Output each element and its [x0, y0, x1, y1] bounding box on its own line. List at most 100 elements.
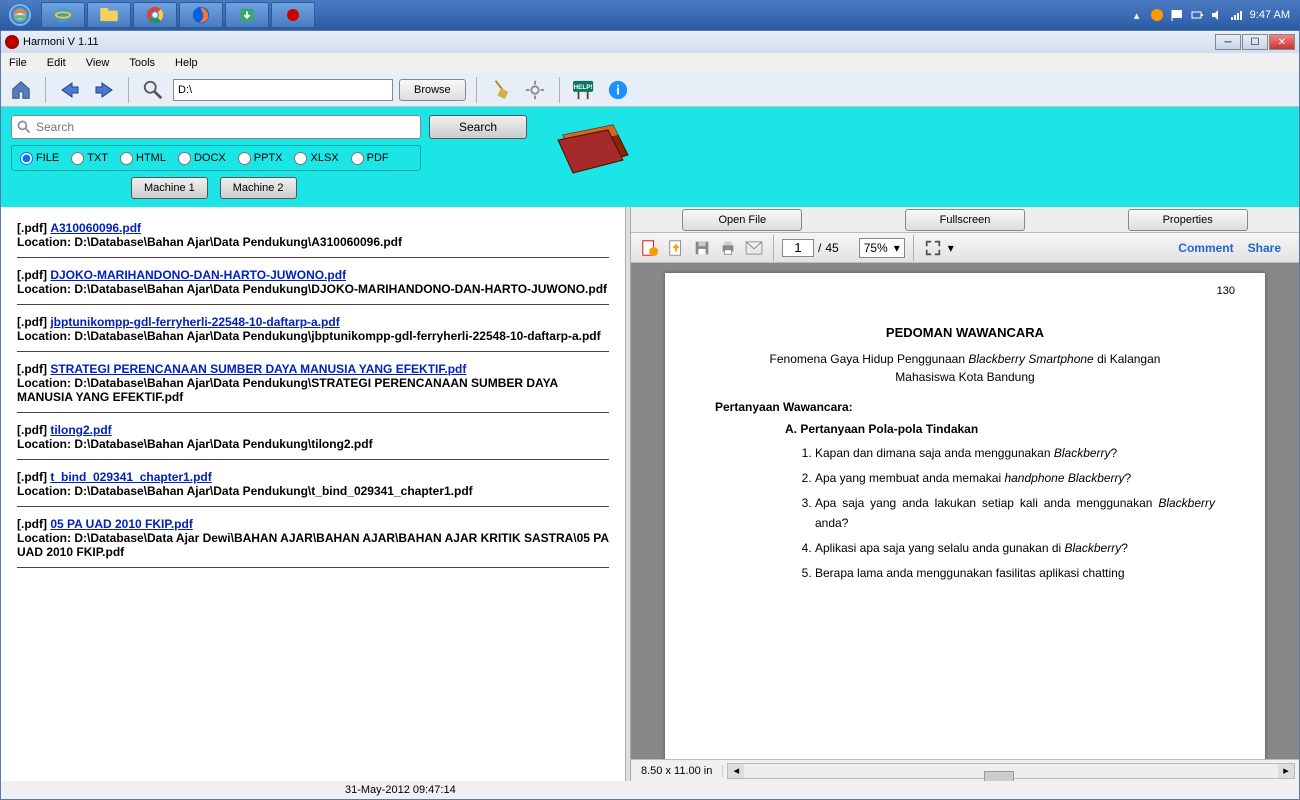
main-split: [.pdf] A310060096.pdf Location: D:\Databa…: [1, 207, 1299, 781]
search-button[interactable]: Search: [429, 115, 527, 139]
scroll-thumb[interactable]: [984, 771, 1014, 782]
home-button[interactable]: [7, 76, 35, 104]
scroll-left-icon[interactable]: ◂: [728, 764, 744, 778]
pdf-viewport[interactable]: 130 PEDOMAN WAWANCARA Fenomena Gaya Hidu…: [631, 263, 1299, 759]
save-icon[interactable]: [691, 237, 713, 259]
app-window: Harmoni V 1.11 ─ ☐ ✕ File Edit View Tool…: [0, 30, 1300, 800]
result-ext: [.pdf]: [17, 517, 47, 531]
tray-flag-icon[interactable]: [1170, 8, 1184, 22]
pdf-q1: Kapan dan dimana saja anda menggunakan B…: [815, 444, 1215, 463]
result-link[interactable]: DJOKO-MARIHANDONO-DAN-HARTO-JUWONO.pdf: [50, 268, 346, 282]
radio-txt[interactable]: TXT: [71, 152, 108, 165]
machine1-button[interactable]: Machine 1: [131, 177, 208, 199]
task-idm-icon[interactable]: [225, 2, 269, 28]
radio-pptx[interactable]: PPTX: [238, 152, 283, 165]
result-link[interactable]: tilong2.pdf: [50, 423, 111, 437]
result-link[interactable]: STRATEGI PERENCANAAN SUMBER DAYA MANUSIA…: [50, 362, 466, 376]
result-item: [.pdf] A310060096.pdfLocation: D:\Databa…: [17, 221, 609, 258]
title-bar[interactable]: Harmoni V 1.11 ─ ☐ ✕: [1, 31, 1299, 53]
tray-volume-icon[interactable]: [1210, 8, 1224, 22]
pdf-q5: Berapa lama anda menggunakan fasilitas a…: [815, 564, 1215, 583]
email-icon[interactable]: [743, 237, 765, 259]
close-button[interactable]: ✕: [1269, 34, 1295, 50]
search-input[interactable]: [36, 120, 420, 134]
zoom-select[interactable]: 75%▾: [859, 238, 905, 258]
app-icon: [5, 35, 19, 49]
magnifier-icon[interactable]: [139, 76, 167, 104]
result-link[interactable]: 05 PA UAD 2010 FKIP.pdf: [50, 517, 193, 531]
tray-chevron-icon[interactable]: ▴: [1130, 8, 1144, 22]
info-icon[interactable]: i: [604, 76, 632, 104]
task-chrome-icon[interactable]: [133, 2, 177, 28]
path-input[interactable]: [173, 79, 393, 101]
menu-tools[interactable]: Tools: [125, 55, 159, 71]
radio-xlsx[interactable]: XLSX: [294, 152, 338, 165]
pdf-title: PEDOMAN WAWANCARA: [715, 325, 1215, 340]
minimize-button[interactable]: ─: [1215, 34, 1241, 50]
gear-icon[interactable]: [521, 76, 549, 104]
task-harmoni-icon[interactable]: [271, 2, 315, 28]
help-sign-icon[interactable]: HELP!: [570, 76, 598, 104]
svg-text:i: i: [616, 82, 620, 97]
pdf-convert-icon[interactable]: [639, 237, 661, 259]
preview-topbar: Open File Fullscreen Properties: [631, 207, 1299, 233]
radio-html[interactable]: HTML: [120, 152, 166, 165]
maximize-button[interactable]: ☐: [1242, 34, 1268, 50]
search-panel: Search FILE TXT HTML DOCX PPTX XLSX PDF …: [1, 107, 1299, 207]
result-link[interactable]: A310060096.pdf: [50, 221, 141, 235]
fit-icon[interactable]: [922, 237, 944, 259]
comment-link[interactable]: Comment: [1178, 241, 1233, 255]
menu-edit[interactable]: Edit: [43, 55, 70, 71]
properties-button[interactable]: Properties: [1128, 209, 1248, 231]
windows-taskbar: ▴ 9:47 AM: [0, 0, 1300, 30]
result-item: [.pdf] jbptunikompp-gdl-ferryherli-22548…: [17, 315, 609, 352]
pdf-toolbar: / 45 75%▾ ▾ Comment Share: [631, 233, 1299, 263]
window-title: Harmoni V 1.11: [23, 36, 99, 48]
result-ext: [.pdf]: [17, 362, 47, 376]
radio-pdf[interactable]: PDF: [351, 152, 389, 165]
result-location: Location: D:\Database\Bahan Ajar\Data Pe…: [17, 282, 607, 296]
main-toolbar: Browse HELP! i: [1, 73, 1299, 107]
fullscreen-button[interactable]: Fullscreen: [905, 209, 1025, 231]
menu-view[interactable]: View: [82, 55, 114, 71]
search-input-wrapper: [11, 115, 421, 139]
page-number-input[interactable]: [782, 239, 814, 257]
radio-file[interactable]: FILE: [20, 152, 59, 165]
task-firefox-icon[interactable]: [179, 2, 223, 28]
result-link[interactable]: jbptunikompp-gdl-ferryherli-22548-10-daf…: [50, 315, 339, 329]
pdf-subtitle-1: Fenomena Gaya Hidup Penggunaan Blackberr…: [715, 352, 1215, 366]
task-explorer-icon[interactable]: [87, 2, 131, 28]
back-button[interactable]: [56, 76, 84, 104]
results-list[interactable]: [.pdf] A310060096.pdf Location: D:\Databa…: [1, 207, 625, 781]
fit-dropdown-icon[interactable]: ▾: [948, 241, 954, 255]
share-link[interactable]: Share: [1248, 241, 1281, 255]
result-location: Location: D:\Database\Bahan Ajar\Data Pe…: [17, 484, 473, 498]
forward-button[interactable]: [90, 76, 118, 104]
tray-power-icon[interactable]: [1190, 8, 1204, 22]
result-item: [.pdf] DJOKO-MARIHANDONO-DAN-HARTO-JUWON…: [17, 268, 609, 305]
result-link[interactable]: t_bind_029341_chapter1.pdf: [50, 470, 211, 484]
pdf-pagenum: 130: [1217, 285, 1235, 297]
horizontal-scrollbar[interactable]: ◂ ▸: [727, 763, 1295, 779]
radio-docx[interactable]: DOCX: [178, 152, 226, 165]
pdf-subtitle-2: Mahasiswa Kota Bandung: [715, 370, 1215, 384]
task-ie-icon[interactable]: [41, 2, 85, 28]
tray-network-icon[interactable]: [1230, 8, 1244, 22]
print-icon[interactable]: [717, 237, 739, 259]
result-location: Location: D:\Database\Bahan Ajar\Data Pe…: [17, 437, 373, 451]
menu-file[interactable]: File: [5, 55, 31, 71]
search-icon: [16, 119, 32, 135]
pdf-export-icon[interactable]: [665, 237, 687, 259]
broom-icon[interactable]: [487, 76, 515, 104]
browse-button[interactable]: Browse: [399, 79, 466, 101]
start-button[interactable]: [0, 0, 40, 30]
tray-shield-icon[interactable]: [1150, 8, 1164, 22]
pdf-q4: Aplikasi apa saja yang selalu anda gunak…: [815, 539, 1215, 558]
scroll-right-icon[interactable]: ▸: [1278, 764, 1294, 778]
open-file-button[interactable]: Open File: [682, 209, 802, 231]
status-datetime: 31-May-2012 09:47:14: [1, 781, 1299, 799]
menu-help[interactable]: Help: [171, 55, 202, 71]
result-ext: [.pdf]: [17, 470, 47, 484]
machine2-button[interactable]: Machine 2: [220, 177, 297, 199]
tray-clock[interactable]: 9:47 AM: [1250, 9, 1290, 21]
